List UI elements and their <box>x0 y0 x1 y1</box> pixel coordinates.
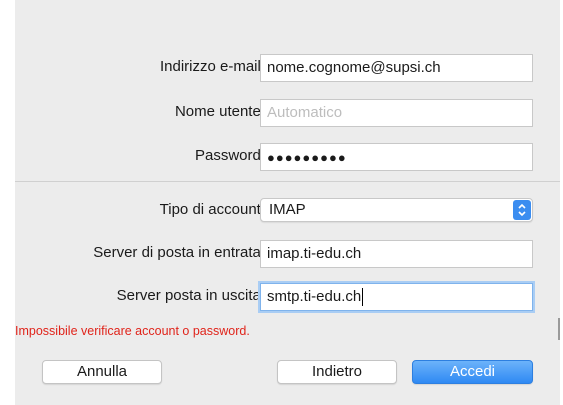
outgoing-server-label: Server posta in uscita: <box>116 287 265 304</box>
error-message: Impossibile verificare account o passwor… <box>15 324 250 338</box>
cancel-button[interactable]: Annulla <box>42 360 162 384</box>
outgoing-server-field[interactable]: smtp.ti-edu.ch <box>260 283 533 311</box>
email-row: Indirizzo e-mail: nome.cognome@supsi.ch <box>15 54 560 82</box>
email-field[interactable]: nome.cognome@supsi.ch <box>260 54 533 82</box>
email-label: Indirizzo e-mail: <box>159 58 265 75</box>
up-down-chevron-icon <box>513 200 531 220</box>
password-field[interactable]: ●●●●●●●●● <box>260 143 533 171</box>
incoming-server-field[interactable]: imap.ti-edu.ch <box>260 240 533 268</box>
text-caret <box>362 288 364 306</box>
sign-in-button[interactable]: Accedi <box>412 360 533 384</box>
incoming-server-label: Server di posta in entrata: <box>93 244 265 261</box>
username-row: Nome utente: Automatico <box>15 99 560 127</box>
account-type-value: IMAP <box>269 201 306 218</box>
password-row: Password: ●●●●●●●●● <box>15 143 560 171</box>
account-type-row: Tipo di account: IMAP <box>15 198 560 226</box>
username-label: Nome utente: <box>174 103 265 120</box>
account-setup-dialog: Indirizzo e-mail: nome.cognome@supsi.ch … <box>15 0 560 405</box>
outgoing-server-row: Server posta in uscita: smtp.ti-edu.ch <box>15 283 560 311</box>
outgoing-server-value: smtp.ti-edu.ch <box>267 288 362 305</box>
account-type-select[interactable]: IMAP <box>260 198 533 222</box>
back-button[interactable]: Indietro <box>277 360 397 384</box>
window-edge-marker <box>558 318 560 340</box>
section-divider <box>15 181 560 182</box>
password-label: Password: <box>194 147 265 164</box>
account-type-label: Tipo di account: <box>159 201 265 218</box>
incoming-server-row: Server di posta in entrata: imap.ti-edu.… <box>15 240 560 268</box>
username-field[interactable]: Automatico <box>260 99 533 127</box>
